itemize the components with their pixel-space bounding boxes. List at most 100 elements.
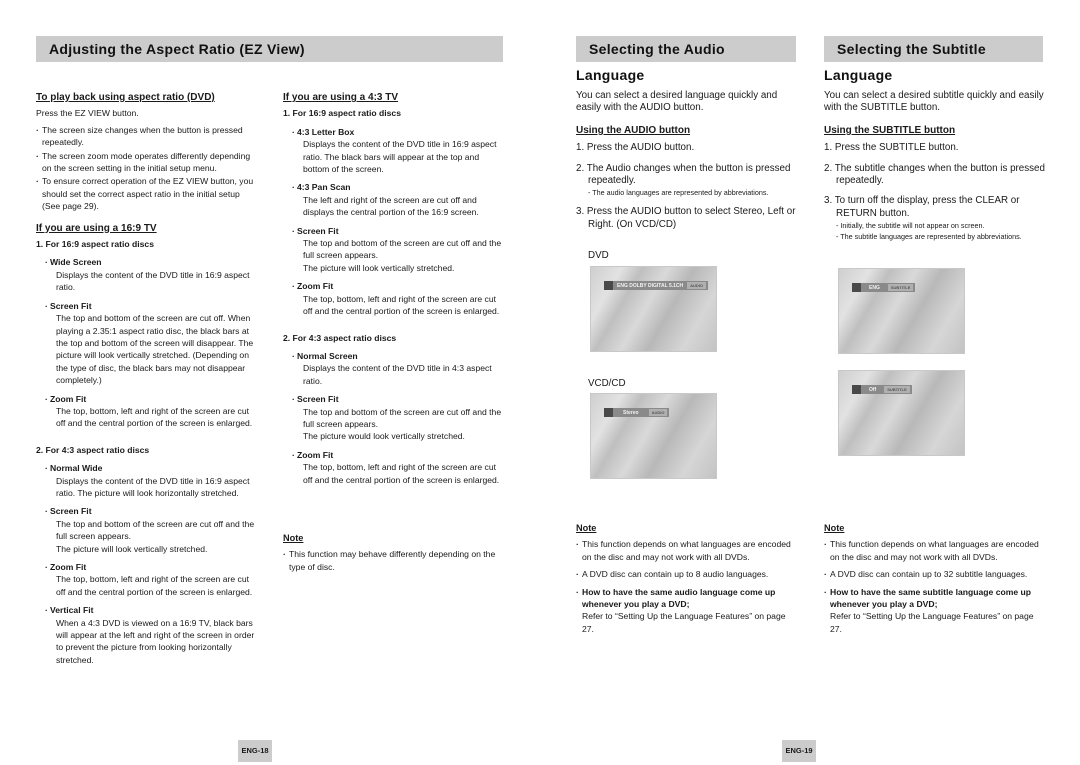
mode-item: 4:3 Letter BoxDisplays the content of th… [292, 126, 505, 176]
mode-desc: The left and right of the screen are cut… [303, 194, 479, 218]
mode-item: Screen FitThe top and bottom of the scre… [292, 225, 505, 275]
osd-tag: SUBTITLE [884, 386, 910, 393]
step-hint: - Initially, the subtitle will not appea… [836, 221, 985, 231]
note-bullet: How to have the same audio language come… [576, 586, 798, 636]
mode-item: Normal WideDisplays the content of the D… [45, 462, 258, 499]
mode-desc: The top and bottom of the screen are cut… [303, 406, 502, 429]
note-bullet: This function depends on what languages … [824, 538, 1046, 563]
mode-item: Zoom FitThe top, bottom, left and right … [292, 449, 505, 486]
mode-name: Normal Screen [292, 350, 505, 363]
vcd-label: VCD/CD [588, 378, 626, 389]
subheading: Using the AUDIO button [576, 124, 691, 136]
mode-desc: The top, bottom, left and right of the s… [303, 293, 500, 317]
bullet: To ensure correct operation of the EZ VI… [36, 175, 258, 212]
mode-item: Zoom FitThe top, bottom, left and right … [292, 280, 505, 317]
mode-name: Vertical Fit [45, 604, 258, 617]
step: 3. To turn off the display, press the CL… [824, 195, 1046, 242]
numbered-heading: 1. For 16:9 aspect ratio discs [283, 108, 401, 119]
bullet: The screen size changes when the button … [36, 124, 258, 149]
osd-text: Stereo [623, 409, 639, 416]
note-bullet: A DVD disc can contain up to 8 audio lan… [576, 568, 798, 581]
mode-desc: When a 4:3 DVD is viewed on a 16:9 TV, b… [56, 617, 255, 665]
audio-icon [604, 281, 613, 290]
header-text: Selecting the Subtitle Language [824, 41, 986, 83]
numbered-heading: 1. For 16:9 aspect ratio discs [36, 239, 154, 250]
mode-name: 4:3 Letter Box [292, 126, 505, 139]
note-bold: How to have the same subtitle language c… [830, 586, 1032, 610]
step-text: 3. To turn off the display, press the CL… [824, 195, 1020, 219]
column-aspect-43tv: If you are using a 4:3 TV 1. For 16:9 as… [283, 92, 505, 492]
step: 3. Press the AUDIO button to select Ster… [576, 206, 796, 230]
osd-tag: AUDIO [648, 409, 668, 416]
mode-item: Zoom FitThe top, bottom, left and right … [45, 393, 258, 430]
bullet: The screen zoom mode operates differentl… [36, 150, 258, 175]
mode-desc: The picture will look vertically stretch… [303, 262, 455, 273]
mode-desc: The top, bottom, left and right of the s… [56, 574, 253, 597]
mode-name: Screen Fit [45, 300, 258, 313]
numbered-heading: 2. For 4:3 aspect ratio discs [36, 444, 150, 455]
note-ref: Refer to “Setting Up the Language Featur… [582, 611, 786, 634]
mode-desc: The top and bottom of the screen are cut… [303, 238, 502, 261]
osd-bar: Stereo AUDIO [604, 408, 670, 417]
note-bullet: This function may behave differently dep… [283, 548, 505, 573]
mode-desc: Displays the content of the DVD title in… [56, 475, 250, 498]
section-header-aspect-ratio: Adjusting the Aspect Ratio (EZ View) [36, 36, 503, 62]
note-bullet: A DVD disc can contain up to 32 subtitle… [824, 568, 1046, 581]
osd-bar: Off SUBTITLE [852, 385, 912, 394]
osd-text: Off [869, 386, 877, 393]
mode-item: Vertical FitWhen a 4:3 DVD is viewed on … [45, 604, 258, 666]
mode-item: 4:3 Pan ScanThe left and right of the sc… [292, 181, 505, 218]
mode-name: Zoom Fit [45, 561, 258, 574]
mode-name: 4:3 Pan Scan [292, 181, 505, 194]
step: 2. The subtitle changes when the button … [824, 162, 1045, 187]
dvd-label: DVD [588, 250, 609, 261]
numbered-heading: 2. For 4:3 aspect ratio discs [283, 332, 397, 343]
mode-item: Zoom FitThe top, bottom, left and right … [45, 561, 258, 598]
intro-text: Press the EZ VIEW button. [36, 108, 139, 119]
subtitle-icon [852, 385, 861, 394]
intro-text: You can select a desired language quickl… [576, 90, 778, 114]
step: 2. The Audio changes when the button is … [576, 163, 802, 199]
mode-desc: Displays the content of the DVD title in… [303, 363, 492, 386]
osd-tag: AUDIO [687, 282, 707, 289]
subtitle-icon [852, 283, 861, 292]
mode-item: Screen FitThe top and bottom of the scre… [292, 393, 505, 443]
column-audio: You can select a desired language quickl… [576, 90, 802, 239]
mode-desc: The top, bottom, left and right of the s… [303, 462, 500, 485]
step-hint: - The audio languages are represented by… [588, 188, 769, 198]
intro-text: You can select a desired subtitle quickl… [824, 90, 1044, 114]
mode-desc: The top and bottom of the screen are cut… [56, 518, 255, 542]
mode-item: Wide ScreenDisplays the content of the D… [45, 256, 258, 293]
step: 1. Press the SUBTITLE button. [824, 142, 959, 154]
osd-text: ENG DOLBY DIGITAL 5.1CH [617, 282, 684, 289]
note-bold: How to have the same audio language come… [582, 586, 776, 610]
page-number-left: ENG-18 [238, 740, 272, 762]
mode-name: Wide Screen [45, 256, 258, 269]
osd-tag: SUBTITLE [887, 284, 914, 291]
note-title: Note [283, 533, 304, 543]
step-hint: - The subtitle languages are represented… [836, 232, 1022, 242]
tv-screen-dvd: ENG DOLBY DIGITAL 5.1CH AUDIO [590, 266, 717, 352]
mode-name: Zoom Fit [292, 449, 505, 462]
page-number-right: ENG-19 [782, 740, 816, 762]
mode-desc: Displays the content of the DVD title in… [56, 269, 250, 293]
mode-desc: The picture would look vertically stretc… [303, 431, 465, 442]
mode-name: Zoom Fit [45, 393, 258, 406]
mode-desc: Displays the content of the DVD title in… [303, 139, 497, 175]
note-audio: Note This function depends on what langu… [576, 522, 798, 643]
tv-screen-subtitle-off: Off SUBTITLE [838, 370, 965, 456]
tv-screen-vcd: Stereo AUDIO [590, 393, 717, 479]
mode-desc: The picture will look vertically stretch… [56, 543, 208, 554]
note-aspect: Note This function may behave differentl… [283, 532, 505, 581]
mode-name: Screen Fit [292, 225, 505, 238]
speaker-icon [604, 408, 613, 417]
header-text: Selecting the Audio Language [576, 41, 725, 83]
bullet-list: The screen size changes when the button … [36, 124, 258, 213]
mode-name: Screen Fit [45, 505, 258, 518]
section-header-audio: Selecting the Audio Language [576, 36, 796, 83]
tv-screen-subtitle-on: ENG SUBTITLE [838, 268, 965, 354]
section-header-subtitle: Selecting the Subtitle Language [824, 36, 1043, 83]
mode-desc: The top, bottom, left and right of the s… [56, 405, 253, 429]
note-title: Note [576, 523, 597, 533]
mode-name: Screen Fit [292, 393, 505, 406]
